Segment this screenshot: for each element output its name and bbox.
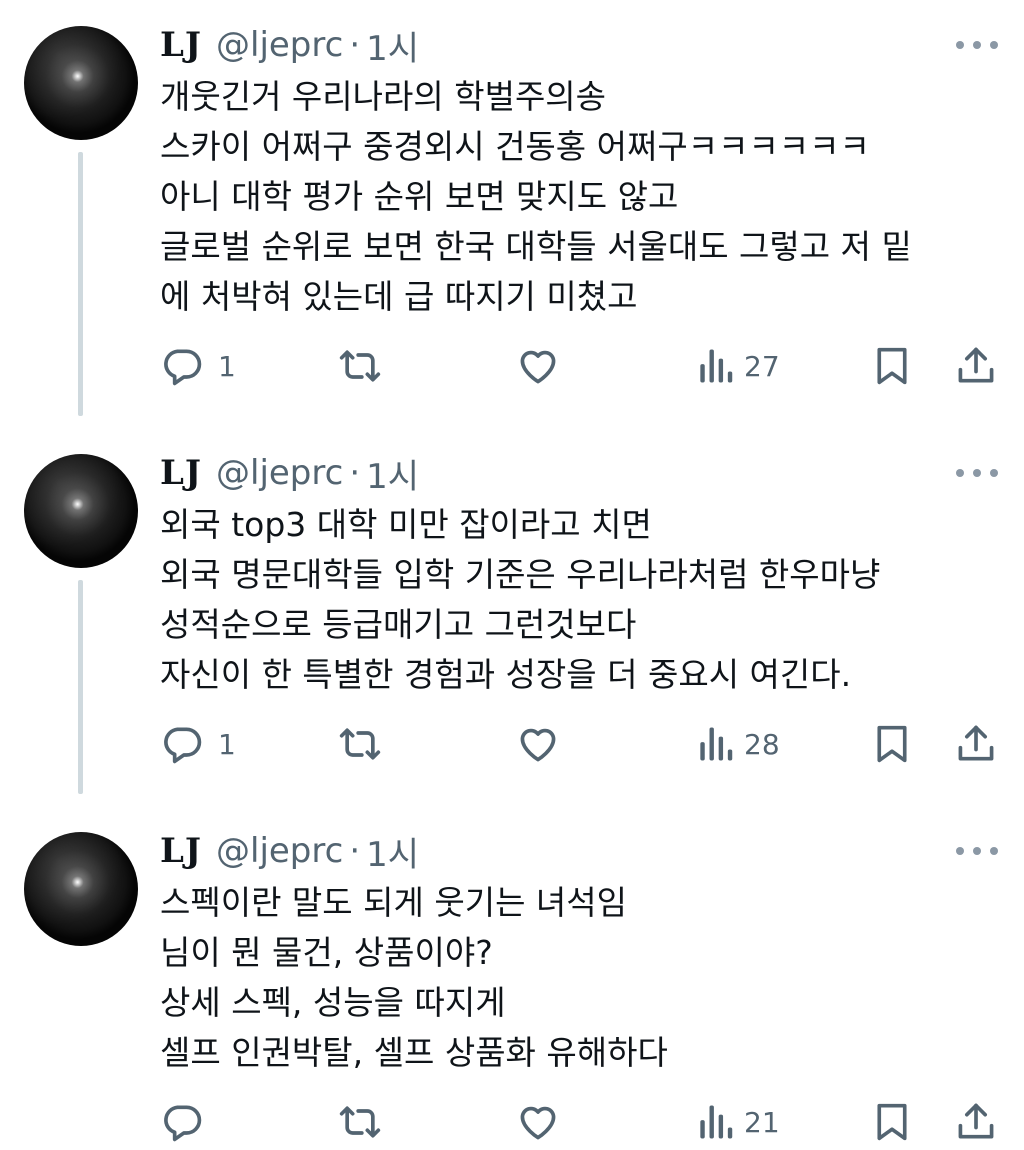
bookmark-icon	[872, 1100, 912, 1144]
views-count: 27	[744, 349, 780, 383]
like-button[interactable]	[516, 716, 574, 772]
tweet[interactable]: LJ @ljeprc · 1시외국 top3 대학 미만 잡이라고 치면외국 명문대학…	[0, 428, 1024, 806]
reply-button[interactable]	[160, 1094, 218, 1150]
bookmark-button[interactable]	[872, 1094, 912, 1150]
more-icon[interactable]	[956, 838, 998, 864]
timestamp[interactable]: 1시	[366, 21, 419, 70]
views-icon	[696, 1100, 734, 1144]
views-count: 21	[744, 1105, 780, 1139]
username-handle[interactable]: @ljeprc	[216, 453, 343, 493]
tweet-text-line: 셀프 인권박탈, 셀프 상품화 유해하다	[160, 1033, 668, 1072]
views-icon	[696, 722, 734, 766]
tweet-text-line: 글로벌 순위로 보면 한국 대학들 서울대도 그렇고 저 밑	[160, 227, 912, 266]
tweet[interactable]: LJ @ljeprc · 1시개웃긴거 우리나라의 학벌주의송스카이 어쩌구 중경외시…	[0, 0, 1024, 428]
views-icon	[696, 344, 734, 388]
tweet-text: 외국 top3 대학 미만 잡이라고 치면외국 명문대학들 입학 기준은 우리나…	[160, 500, 1010, 700]
more-icon[interactable]	[956, 460, 998, 486]
more-icon[interactable]	[956, 32, 998, 58]
tweet-text-line: 외국 명문대학들 입학 기준은 우리나라처럼 한우마냥	[160, 555, 881, 594]
avatar[interactable]	[24, 454, 138, 568]
tweet-header: LJ @ljeprc · 1시	[160, 827, 419, 876]
timestamp[interactable]: 1시	[366, 449, 419, 498]
avatar[interactable]	[24, 26, 138, 140]
heart-icon	[516, 344, 560, 388]
tweet-text-line: 스카이 어쩌구 중경외시 건동홍 어쩌구ㅋㅋㅋㅋㅋㅋ	[160, 127, 870, 166]
tweet-text-line: 성적순으로 등급매기고 그런것보다	[160, 605, 637, 644]
tweet-header: LJ @ljeprc · 1시	[160, 21, 419, 70]
views-count: 28	[744, 727, 780, 761]
tweet-text-line: 님이 뭔 물건, 상품이야?	[160, 933, 493, 972]
like-button[interactable]	[516, 338, 574, 394]
share-button[interactable]	[954, 338, 998, 394]
tweet-header: LJ @ljeprc · 1시	[160, 449, 419, 498]
share-icon	[954, 722, 998, 766]
separator-dot: ·	[349, 831, 361, 871]
retweet-button[interactable]	[336, 338, 398, 394]
share-button[interactable]	[954, 1094, 998, 1150]
username-handle[interactable]: @ljeprc	[216, 25, 343, 65]
tweet-text: 개웃긴거 우리나라의 학벌주의송스카이 어쩌구 중경외시 건동홍 어쩌구ㅋㅋㅋㅋ…	[160, 72, 1010, 322]
heart-icon	[516, 1100, 560, 1144]
retweet-icon	[336, 722, 384, 766]
display-name[interactable]: LJ	[160, 453, 202, 493]
reply-icon	[160, 722, 204, 766]
tweet-text-line: 자신이 한 특별한 경험과 성장을 더 중요시 여긴다.	[160, 655, 852, 694]
reply-icon	[160, 344, 204, 388]
bookmark-button[interactable]	[872, 338, 912, 394]
views-button[interactable]: 21	[696, 1094, 780, 1150]
views-button[interactable]: 27	[696, 338, 780, 394]
heart-icon	[516, 722, 560, 766]
tweet[interactable]: LJ @ljeprc · 1시스펙이란 말도 되게 웃기는 녀석임님이 뭔 물건, 상…	[0, 806, 1024, 1150]
like-button[interactable]	[516, 1094, 574, 1150]
share-icon	[954, 344, 998, 388]
tweet-text-line: 외국 top3 대학 미만 잡이라고 치면	[160, 505, 652, 544]
retweet-button[interactable]	[336, 1094, 398, 1150]
reply-count: 1	[218, 727, 236, 761]
retweet-button[interactable]	[336, 716, 398, 772]
avatar[interactable]	[24, 832, 138, 946]
reply-icon	[160, 1100, 204, 1144]
reply-button[interactable]: 1	[160, 716, 236, 772]
tweet-text-line: 아니 대학 평가 순위 보면 맞지도 않고	[160, 177, 679, 216]
reply-count: 1	[218, 349, 236, 383]
bookmark-icon	[872, 722, 912, 766]
display-name[interactable]: LJ	[160, 25, 202, 65]
bookmark-button[interactable]	[872, 716, 912, 772]
action-bar: 1 28	[0, 716, 1024, 772]
tweet-text-line: 에 처박혀 있는데 급 따지기 미쳤고	[160, 277, 638, 316]
display-name[interactable]: LJ	[160, 831, 202, 871]
action-bar: 21	[0, 1094, 1024, 1150]
reply-button[interactable]: 1	[160, 338, 236, 394]
username-handle[interactable]: @ljeprc	[216, 831, 343, 871]
tweet-text-line: 상세 스펙, 성능을 따지게	[160, 983, 506, 1022]
share-button[interactable]	[954, 716, 998, 772]
views-button[interactable]: 28	[696, 716, 780, 772]
share-icon	[954, 1100, 998, 1144]
separator-dot: ·	[349, 453, 361, 493]
tweet-text-line: 스펙이란 말도 되게 웃기는 녀석임	[160, 883, 627, 922]
retweet-icon	[336, 344, 384, 388]
timestamp[interactable]: 1시	[366, 827, 419, 876]
tweet-text: 스펙이란 말도 되게 웃기는 녀석임님이 뭔 물건, 상품이야? 상세 스펙, 성…	[160, 878, 1010, 1078]
bookmark-icon	[872, 344, 912, 388]
tweet-text-line: 개웃긴거 우리나라의 학벌주의송	[160, 77, 607, 116]
separator-dot: ·	[349, 25, 361, 65]
action-bar: 1 27	[0, 338, 1024, 394]
retweet-icon	[336, 1100, 384, 1144]
